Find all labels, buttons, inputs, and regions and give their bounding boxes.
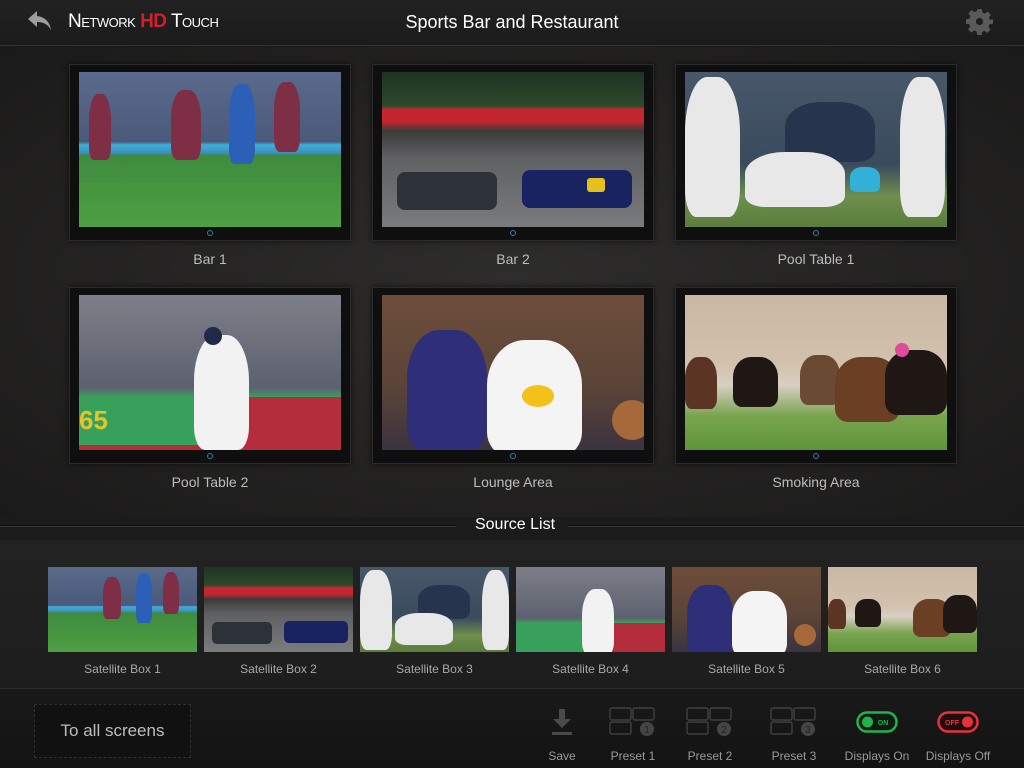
source-satellite-box-5[interactable]: Satellite Box 5 — [672, 567, 821, 676]
displays-on-button[interactable]: ON Displays On — [837, 707, 917, 763]
source-label: Satellite Box 2 — [240, 662, 317, 676]
status-led — [510, 230, 516, 236]
source-satellite-box-2[interactable]: Satellite Box 2 — [204, 567, 353, 676]
svg-text:1: 1 — [644, 725, 650, 736]
preset-grid-icon: 3 — [770, 707, 816, 736]
source-label: Satellite Box 4 — [552, 662, 629, 676]
source-satellite-box-6[interactable]: Satellite Box 6 — [828, 567, 977, 676]
header-bar: Network HD Touch Sports Bar and Restaura… — [0, 0, 1024, 46]
source-thumbnail[interactable] — [48, 567, 197, 652]
gear-icon[interactable] — [966, 8, 993, 35]
preset-grid-icon: 1 — [609, 707, 655, 736]
logo-text-touch: Touch — [170, 11, 219, 32]
status-led — [207, 230, 213, 236]
svg-text:2: 2 — [721, 725, 727, 736]
status-led — [510, 453, 516, 459]
zone-smoking-area[interactable]: Smoking Area — [675, 287, 957, 490]
source-label: Satellite Box 6 — [864, 662, 941, 676]
zone-preview-image — [685, 295, 947, 450]
preset-3-label: Preset 3 — [771, 749, 817, 763]
zone-label: Bar 1 — [193, 251, 227, 267]
logo-text-network: Network — [68, 11, 136, 32]
preset-2-button[interactable]: 2 Preset 2 — [670, 707, 750, 763]
source-thumbnail[interactable] — [516, 567, 665, 652]
preset-3-button[interactable]: 3 Preset 3 — [754, 707, 834, 763]
zone-label: Bar 2 — [496, 251, 530, 267]
zone-label: Pool Table 1 — [777, 251, 855, 267]
to-all-screens-button[interactable]: To all screens — [34, 704, 191, 758]
app-logo: Network HD Touch — [68, 11, 219, 33]
toggle-off-icon: OFF — [937, 711, 979, 733]
zone-preview-image — [382, 72, 644, 227]
source-thumbnail[interactable] — [360, 567, 509, 652]
source-satellite-box-3[interactable]: Satellite Box 3 — [360, 567, 509, 676]
status-led — [813, 453, 819, 459]
preset-2-label: Preset 2 — [687, 749, 733, 763]
preset-1-label: Preset 1 — [610, 749, 656, 763]
zone-label: Pool Table 2 — [171, 474, 249, 490]
displays-on-label: Displays On — [844, 749, 910, 763]
save-label: Save — [548, 749, 576, 763]
source-list: Satellite Box 1 Satellite Box 2 Satellit… — [0, 540, 1024, 688]
footer-toolbar: To all screens Save 1 Preset 1 2 Preset … — [0, 688, 1024, 768]
source-label: Satellite Box 5 — [708, 662, 785, 676]
zone-bar-1[interactable]: Bar 1 — [69, 64, 351, 267]
toggle-on-icon: ON — [856, 711, 898, 733]
source-thumbnail[interactable] — [672, 567, 821, 652]
back-arrow-icon[interactable] — [26, 8, 54, 34]
source-list-header: Source List — [0, 512, 1024, 538]
zone-bar-2[interactable]: Bar 2 — [372, 64, 654, 267]
zone-preview-image — [79, 72, 341, 227]
zones-area: Bar 1 Bar 2 Pool Table 1 65 Pool Table 2… — [0, 47, 1024, 517]
displays-off-label: Displays Off — [925, 749, 991, 763]
zone-pool-table-2[interactable]: 65 Pool Table 2 — [69, 287, 351, 490]
zone-lounge-area[interactable]: Lounge Area — [372, 287, 654, 490]
status-led — [813, 230, 819, 236]
download-save-icon — [552, 709, 572, 735]
status-led — [207, 453, 213, 459]
source-label: Satellite Box 1 — [84, 662, 161, 676]
divider — [568, 525, 1024, 527]
source-satellite-box-4[interactable]: Satellite Box 4 — [516, 567, 665, 676]
zone-label: Smoking Area — [772, 474, 860, 490]
zone-label: Lounge Area — [473, 474, 553, 490]
preset-grid-icon: 2 — [686, 707, 732, 736]
source-thumbnail[interactable] — [828, 567, 977, 652]
tv-display[interactable] — [675, 287, 957, 464]
tv-display[interactable] — [372, 64, 654, 241]
logo-text-hd: HD — [140, 11, 167, 32]
svg-text:ON: ON — [878, 720, 889, 727]
source-satellite-box-1[interactable]: Satellite Box 1 — [48, 567, 197, 676]
tv-display[interactable]: 65 — [69, 287, 351, 464]
zone-preview-image — [382, 295, 644, 450]
zone-pool-table-1[interactable]: Pool Table 1 — [675, 64, 957, 267]
preset-1-button[interactable]: 1 Preset 1 — [593, 707, 673, 763]
displays-off-button[interactable]: OFF Displays Off — [918, 707, 998, 763]
svg-text:OFF: OFF — [945, 720, 960, 727]
tv-display[interactable] — [372, 287, 654, 464]
tv-display[interactable] — [675, 64, 957, 241]
tv-display[interactable] — [69, 64, 351, 241]
source-label: Satellite Box 3 — [396, 662, 473, 676]
save-button[interactable]: Save — [522, 707, 602, 763]
zone-preview-image: 65 — [79, 295, 341, 450]
source-thumbnail[interactable] — [204, 567, 353, 652]
svg-text:3: 3 — [805, 725, 811, 736]
zone-preview-image — [685, 72, 947, 227]
